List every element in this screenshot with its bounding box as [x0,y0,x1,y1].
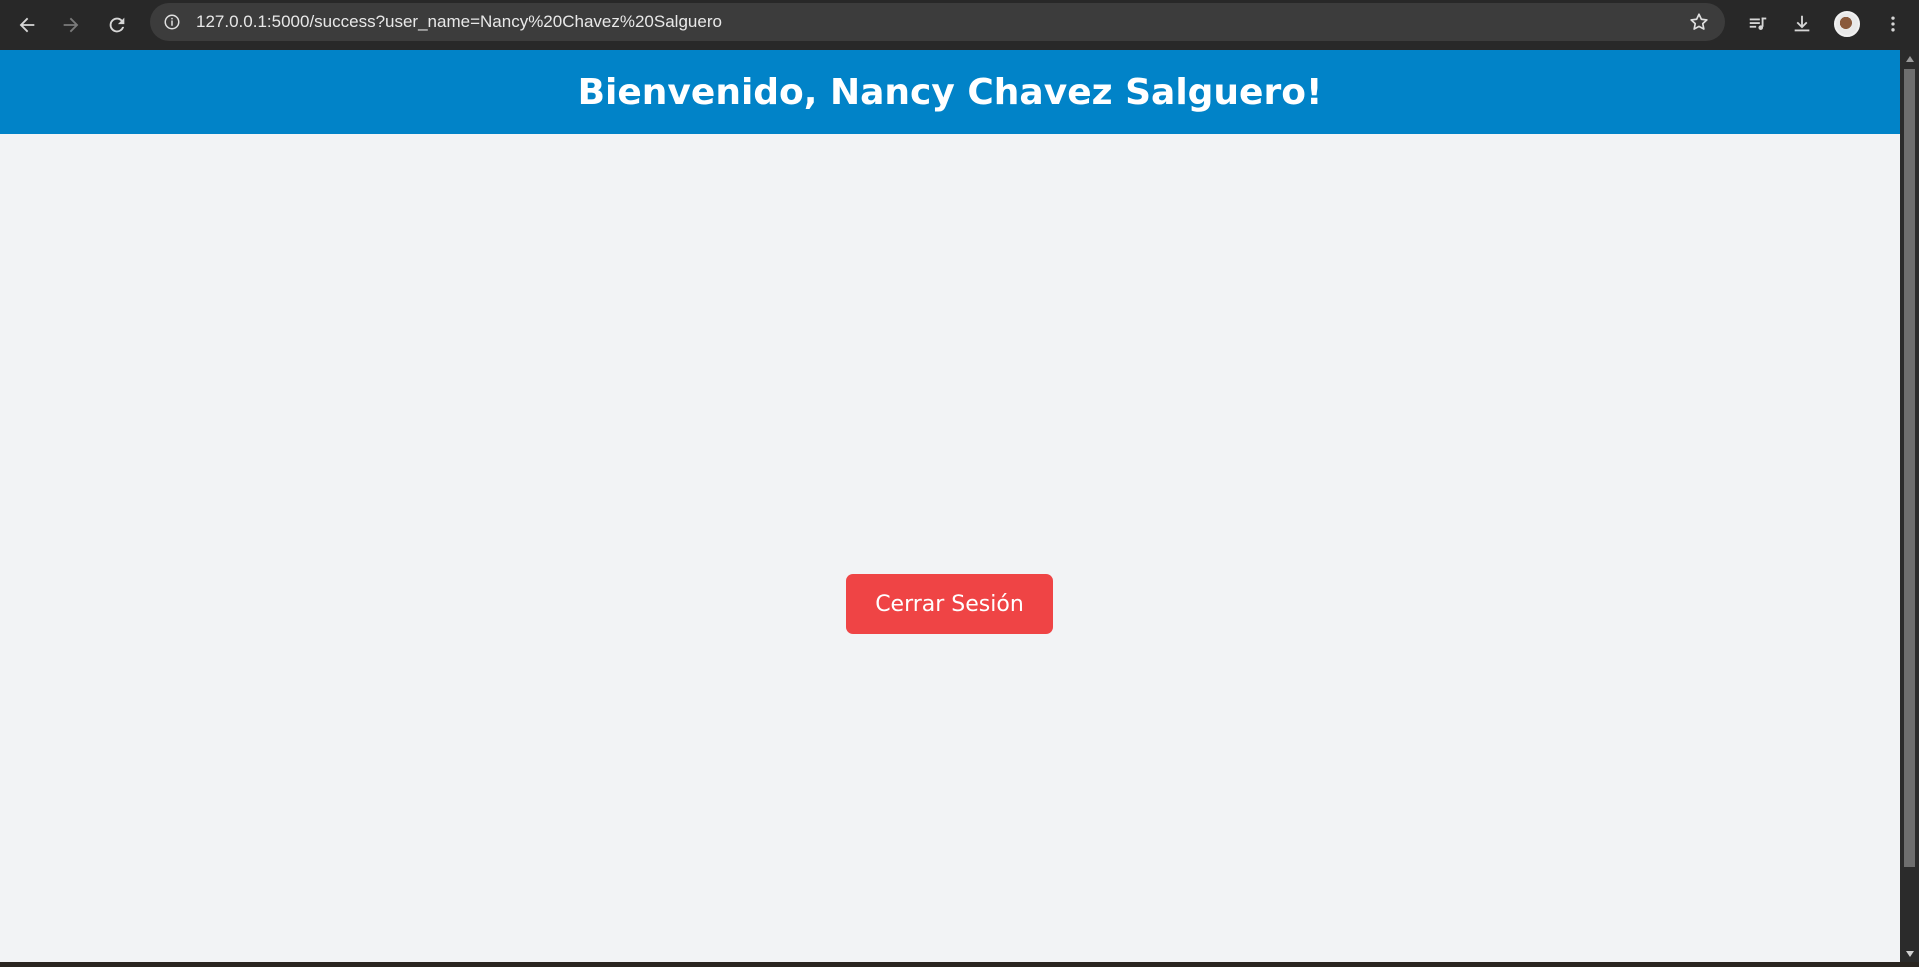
media-playlist-icon [1749,17,1767,30]
avatar [1834,11,1860,37]
kebab-menu-icon [1891,16,1895,32]
url-text[interactable]: 127.0.0.1:5000/success?user_name=Nancy%2… [196,3,722,41]
reload-button[interactable] [98,6,136,44]
triangle-down-icon [1905,950,1914,957]
profile-button[interactable] [1829,6,1865,42]
info-icon [164,14,180,30]
triangle-up-icon [1905,55,1914,62]
scrollbar-thumb[interactable] [1904,69,1915,867]
site-info-button[interactable] [160,10,184,34]
page-viewport: Bienvenido, Nancy Chavez Salguero! Cerra… [0,50,1900,962]
forward-button[interactable] [52,6,90,44]
downloads-button[interactable] [1784,6,1820,42]
taskbar-edge [0,962,1919,967]
welcome-banner: Bienvenido, Nancy Chavez Salguero! [0,50,1900,134]
back-arrow-icon [19,17,35,33]
scroll-up-button[interactable] [1900,50,1919,67]
back-button[interactable] [8,6,46,44]
logout-button[interactable]: Cerrar Sesión [846,574,1053,634]
download-icon [1794,15,1810,32]
star-icon [1690,13,1708,30]
reload-icon [109,17,125,33]
media-control-button[interactable] [1740,6,1776,42]
address-bar[interactable]: 127.0.0.1:5000/success?user_name=Nancy%2… [150,3,1725,41]
scroll-down-button[interactable] [1900,945,1919,962]
browser-toolbar: 127.0.0.1:5000/success?user_name=Nancy%2… [0,0,1919,50]
page-title: Bienvenido, Nancy Chavez Salguero! [577,71,1323,113]
vertical-scrollbar[interactable] [1900,50,1919,962]
browser-menu-button[interactable] [1875,6,1911,42]
forward-arrow-icon [63,17,79,33]
bookmark-button[interactable] [1687,10,1711,34]
